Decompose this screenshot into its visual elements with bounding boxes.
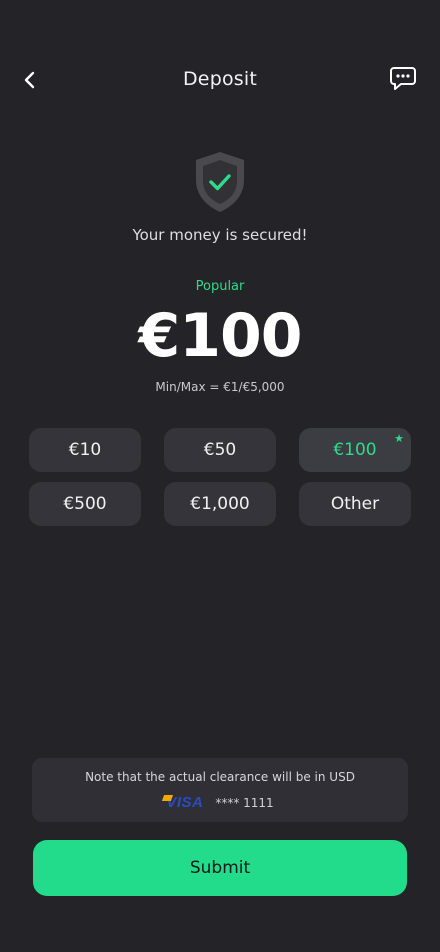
submit-button[interactable]: Submit	[33, 840, 407, 896]
chip-label: €1,000	[190, 494, 250, 514]
amount-chip-50[interactable]: €50	[164, 428, 276, 472]
visa-logo: VISA	[166, 794, 204, 811]
chip-label: €50	[203, 440, 237, 460]
amount-chip-100[interactable]: €100 ★	[299, 428, 411, 472]
amount-chip-1000[interactable]: €1,000	[164, 482, 276, 526]
clearance-note: Note that the actual clearance will be i…	[85, 770, 355, 784]
deposit-screen: Deposit Your money is secured! Popular €…	[0, 0, 440, 952]
card-number: **** 1111	[215, 795, 274, 810]
clearance-note-card: Note that the actual clearance will be i…	[32, 758, 408, 822]
popular-tag: Popular	[195, 279, 245, 294]
deposit-amount: €100	[138, 301, 303, 371]
chat-button[interactable]	[388, 64, 418, 94]
deposit-limits: Min/Max = €1/€5,000	[155, 380, 285, 394]
chip-label: €10	[68, 440, 102, 460]
chip-label: €100	[333, 440, 377, 460]
amount-options: €10 €50 €100 ★ €500 €1,000 Other	[29, 428, 412, 526]
amount-chip-500[interactable]: €500	[29, 482, 141, 526]
star-icon: ★	[394, 432, 404, 445]
header: Deposit	[0, 60, 440, 102]
chip-label: Other	[330, 494, 380, 514]
chip-label: €500	[63, 494, 107, 514]
shield-check-icon	[196, 152, 244, 212]
amount-chip-10[interactable]: €10	[29, 428, 141, 472]
payment-card[interactable]: VISA **** 1111	[32, 794, 408, 811]
chat-bubble-icon	[390, 67, 416, 90]
amount-chip-other[interactable]: Other	[299, 482, 411, 526]
page-title: Deposit	[182, 68, 258, 90]
security-message: Your money is secured!	[132, 226, 308, 244]
